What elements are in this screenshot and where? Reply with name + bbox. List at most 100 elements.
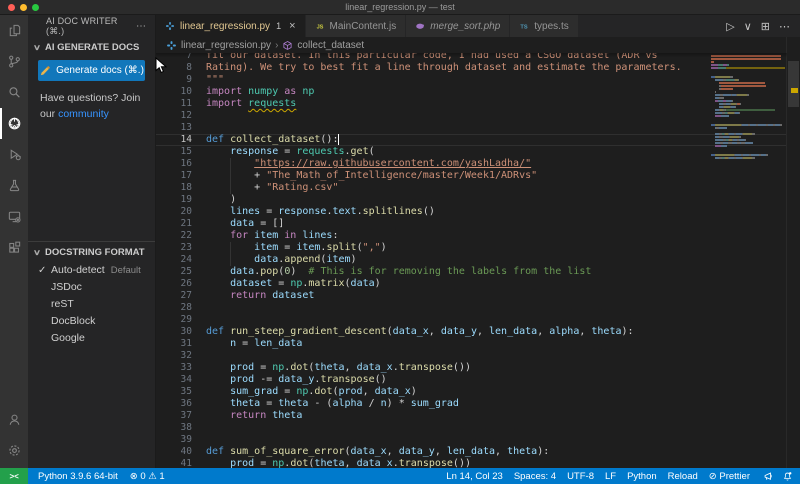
minimap-line: [711, 127, 785, 129]
line-number: 35: [180, 386, 192, 397]
minimap-line: [711, 154, 785, 156]
code-line-38[interactable]: 38: [156, 422, 787, 434]
status-encoding[interactable]: UTF-8: [567, 471, 594, 482]
status-indentation[interactable]: Spaces: 4: [514, 471, 556, 482]
code-line-33[interactable]: 33 prod = np.dot(theta, data_x.transpose…: [156, 362, 787, 374]
breadcrumb-symbol[interactable]: collect_dataset: [297, 40, 364, 51]
close-icon[interactable]: ×: [289, 20, 295, 32]
activity-item-explorer[interactable]: [0, 15, 28, 46]
remote-indicator[interactable]: ><: [0, 468, 28, 484]
community-link[interactable]: community: [58, 108, 109, 120]
activity-item-remote-explorer[interactable]: [0, 201, 28, 232]
code-line-27[interactable]: 27 return dataset: [156, 290, 787, 302]
code-line-16[interactable]: 16 "https://raw.githubusercontent.com/ya…: [156, 158, 787, 170]
maximize-window-button[interactable]: [32, 3, 39, 11]
tab-types.ts[interactable]: TS types.ts: [510, 15, 579, 37]
activity-item-testing[interactable]: [0, 170, 28, 201]
activity-item-settings[interactable]: [0, 435, 28, 466]
code-line-13[interactable]: 13: [156, 122, 787, 134]
tab-linear_regression.py[interactable]: linear_regression.py 1 ×: [156, 15, 306, 37]
activity-item-extensions[interactable]: [0, 232, 28, 263]
code-line-19[interactable]: 19 ): [156, 194, 787, 206]
run-button[interactable]: ▷: [726, 20, 734, 33]
code-line-22[interactable]: 22 for item in lines:: [156, 230, 787, 242]
line-number: 40: [180, 446, 192, 457]
run-dropdown-icon[interactable]: ∨: [744, 20, 752, 33]
code-line-17[interactable]: 17 + "The_Math_of_Intelligence/master/We…: [156, 170, 787, 182]
status-problems[interactable]: ⊗ 0 ⚠ 1: [130, 471, 165, 482]
format-option-google[interactable]: Google: [28, 330, 155, 347]
status-prettier[interactable]: ⊘ Prettier: [709, 471, 750, 482]
activity-item-run-debug[interactable]: [0, 139, 28, 170]
code-line-28[interactable]: 28: [156, 302, 787, 314]
code-line-10[interactable]: 10 import numpy as np: [156, 86, 787, 98]
code-line-11[interactable]: 11 import requests: [156, 98, 787, 110]
code-line-26[interactable]: 26 dataset = np.matrix(data): [156, 278, 787, 290]
line-number: 13: [180, 122, 192, 133]
feedback-icon[interactable]: [763, 471, 774, 482]
format-option-jsdoc[interactable]: JSDoc: [28, 279, 155, 296]
code-line-7[interactable]: 7 fit our dataset. In this particular cod…: [156, 53, 787, 62]
code-line-35[interactable]: 35 sum_grad = np.dot(prod, data_x): [156, 386, 787, 398]
more-actions-button[interactable]: ⋯: [779, 20, 790, 33]
line-number: 16: [180, 158, 192, 169]
status-python-interpreter[interactable]: Python 3.9.6 64-bit: [38, 471, 118, 482]
minimap-line: [711, 73, 785, 75]
activity-item-search[interactable]: [0, 77, 28, 108]
scrollbar[interactable]: [786, 37, 800, 468]
scrollbar-slider[interactable]: [788, 61, 799, 107]
code-line-9[interactable]: 9 """: [156, 74, 787, 86]
status-reload[interactable]: Reload: [668, 471, 698, 482]
activity-item-accounts[interactable]: [0, 404, 28, 435]
code-line-15[interactable]: 15 response = requests.get(: [156, 146, 787, 158]
code-line-23[interactable]: 23 item = item.split(","): [156, 242, 787, 254]
code-line-24[interactable]: 24 data.append(item): [156, 254, 787, 266]
bell-icon[interactable]: [782, 471, 793, 482]
section-docstring-format[interactable]: ∨ DOCSTRING FORMAT: [28, 242, 155, 262]
status-language-mode[interactable]: Python: [627, 471, 657, 482]
breadcrumb-file[interactable]: linear_regression.py: [181, 40, 271, 51]
code-line-30[interactable]: 30 def run_steep_gradient_descent(data_x,…: [156, 326, 787, 338]
workbench: AI DOC WRITER (⌘.) ⋯ ∨ AI GENERATE DOCS …: [0, 15, 800, 468]
code-line-31[interactable]: 31 n = len_data: [156, 338, 787, 350]
section-ai-generate-docs[interactable]: ∨ AI GENERATE DOCS: [28, 37, 155, 57]
code-editor[interactable]: 7 fit our dataset. In this particular cod…: [156, 53, 787, 468]
minimize-window-button[interactable]: [20, 3, 27, 11]
code-line-21[interactable]: 21 data = []: [156, 218, 787, 230]
format-option-rest[interactable]: reST: [28, 296, 155, 313]
tab-MainContent.js[interactable]: JS MainContent.js: [305, 15, 407, 37]
code-line-34[interactable]: 34 prod -= data_y.transpose(): [156, 374, 787, 386]
indent-guide: [230, 170, 232, 182]
generate-docs-label: Generate docs (⌘.): [56, 65, 144, 76]
generate-docs-button[interactable]: Generate docs (⌘.): [38, 60, 145, 81]
code-line-25[interactable]: 25 data.pop(0) # This is for removing th…: [156, 266, 787, 278]
code-line-40[interactable]: 40 def sum_of_square_error(data_x, data_y…: [156, 446, 787, 458]
line-number: 7: [186, 53, 192, 61]
code-line-12[interactable]: 12: [156, 110, 787, 122]
status-eol[interactable]: LF: [605, 471, 616, 482]
code-line-37[interactable]: 37 return theta: [156, 410, 787, 422]
code-line-41[interactable]: 41 prod = np.dot(theta, data_x.transpose…: [156, 458, 787, 468]
minimap-line: [711, 124, 785, 126]
code-line-29[interactable]: 29: [156, 314, 787, 326]
activity-item-source-control[interactable]: [0, 46, 28, 77]
code-line-8[interactable]: 8 Rating). We try to best fit a line thro…: [156, 62, 787, 74]
minimap[interactable]: [711, 55, 785, 160]
code-line-36[interactable]: 36 theta = theta - (alpha / n) * sum_gra…: [156, 398, 787, 410]
indent-guide: [230, 242, 232, 254]
format-option-docblock[interactable]: DocBlock: [28, 313, 155, 330]
source-control-icon: [7, 54, 22, 69]
code-line-20[interactable]: 20 lines = response.text.splitlines(): [156, 206, 787, 218]
status-cursor-position[interactable]: Ln 14, Col 23: [446, 471, 503, 482]
format-option-autodetect[interactable]: ✓ Auto-detect Default: [28, 262, 155, 279]
code-line-39[interactable]: 39: [156, 434, 787, 446]
code-line-18[interactable]: 18 + "Rating.csv": [156, 182, 787, 194]
more-actions-icon[interactable]: ⋯: [136, 21, 147, 32]
activity-item-ai-doc-writer[interactable]: [0, 108, 28, 139]
code-line-14[interactable]: 14 def collect_dataset():: [156, 134, 787, 146]
split-editor-button[interactable]: ⊞: [761, 20, 770, 33]
close-window-button[interactable]: [8, 3, 15, 11]
code-line-32[interactable]: 32: [156, 350, 787, 362]
line-number: 14: [180, 134, 192, 145]
tab-merge_sort.php[interactable]: merge_sort.php: [406, 15, 511, 37]
